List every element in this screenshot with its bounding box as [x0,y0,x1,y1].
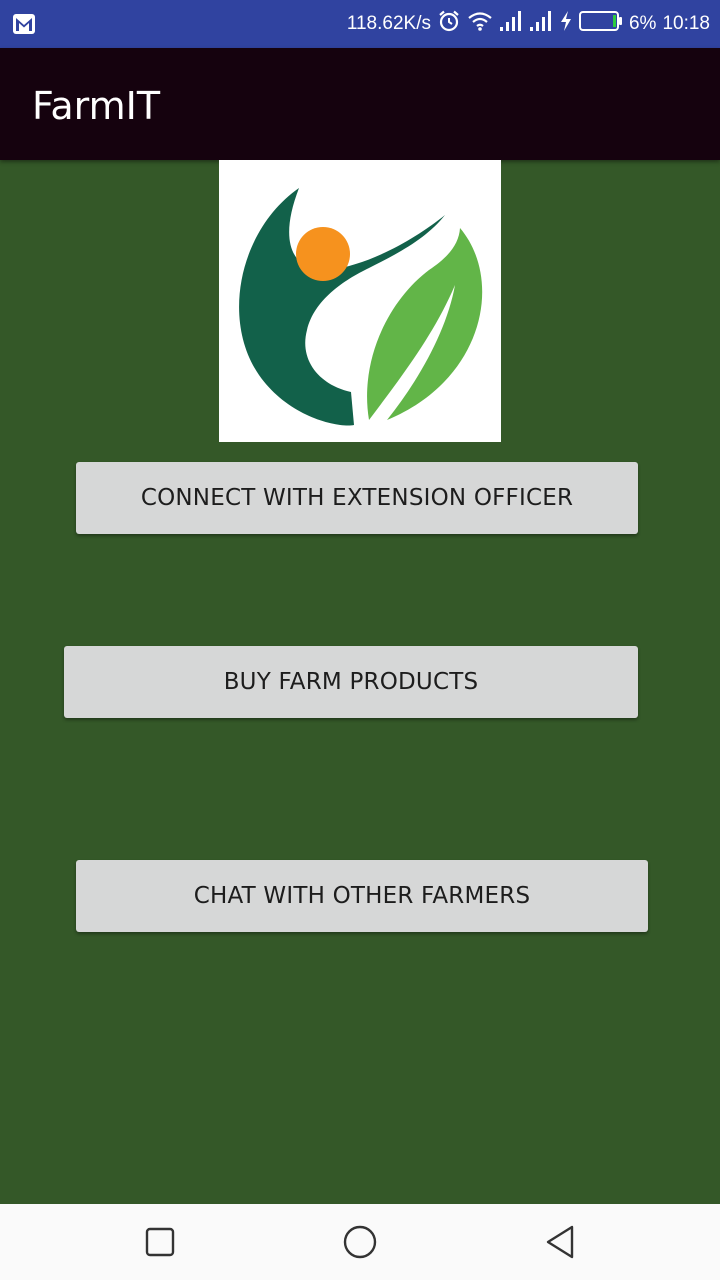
gmail-icon [12,12,36,41]
home-icon[interactable] [340,1222,380,1262]
back-icon[interactable] [540,1222,580,1262]
app-bar: FarmIT [0,48,720,160]
buy-farm-products-button[interactable]: BUY FARM PRODUCTS [64,646,638,718]
battery-level: 6% [628,13,657,34]
alarm-icon [437,9,461,39]
app-logo [219,160,501,442]
clock: 10:18 [662,13,710,34]
network-speed: 118.62K/s [346,13,431,34]
status-bar: 118.62K/s 6% 10:18 [0,0,720,48]
chat-farmers-button[interactable]: CHAT WITH OTHER FARMERS [76,860,648,932]
signal-icon [529,10,553,38]
connect-extension-officer-button[interactable]: CONNECT WITH EXTENSION OFFICER [76,462,638,534]
navigation-bar [0,1204,720,1280]
charging-icon [559,10,573,38]
wifi-icon [467,10,493,38]
signal-icon [499,10,523,38]
recents-icon[interactable] [140,1222,180,1262]
battery-icon [578,10,623,38]
app-title: FarmIT [32,84,161,128]
